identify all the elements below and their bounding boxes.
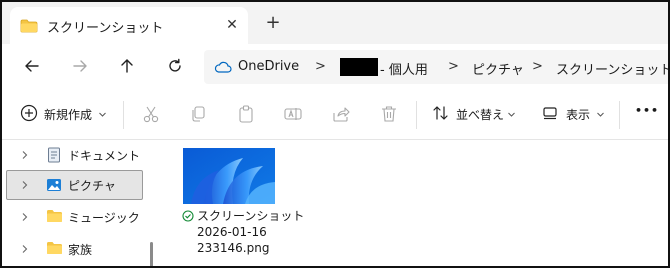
breadcrumb-screenshots[interactable]: スクリーンショット <box>556 59 668 78</box>
sort-label: 並べ替え <box>456 108 505 122</box>
file-name-line: スクリーンショット <box>197 209 305 223</box>
sort-icon <box>432 104 450 125</box>
file-name-line: 2026-01-16 <box>197 225 267 239</box>
new-tab-button[interactable]: + <box>262 13 284 35</box>
share-icon[interactable] <box>330 103 352 125</box>
chevron-right-icon[interactable] <box>20 211 29 225</box>
pictures-icon <box>46 177 62 196</box>
sidebar-item-label: 家族 <box>68 243 93 257</box>
tab-title: スクリーンショット <box>47 21 164 36</box>
new-label: 新規作成 <box>44 108 93 122</box>
toolbar-divider <box>416 101 417 129</box>
chevron-right-icon[interactable] <box>20 149 29 163</box>
view-icon <box>542 105 558 124</box>
file-explorer-window: スクリーンショット ✕ + OneDrive > - 個人用 > ピクチャ > … <box>0 0 670 268</box>
copy-icon[interactable] <box>187 103 209 125</box>
chevron-down-icon <box>596 108 605 122</box>
file-list: スクリーンショット 2026-01-16 233146.png <box>154 140 668 266</box>
back-arrow-icon[interactable] <box>18 52 46 80</box>
file-item[interactable]: スクリーンショット 2026-01-16 233146.png <box>154 140 314 266</box>
chevron-right-icon[interactable] <box>20 179 29 193</box>
navigation-bar: OneDrive > - 個人用 > ピクチャ > スクリーンショット <box>2 44 668 90</box>
delete-icon[interactable] <box>378 103 400 125</box>
breadcrumb-onedrive[interactable]: OneDrive <box>238 59 299 74</box>
command-bar: 新規作成 並べ替え 表示 ••• <box>2 90 668 140</box>
breadcrumb-personal[interactable]: - 個人用 <box>380 59 428 78</box>
up-arrow-icon[interactable] <box>113 52 141 80</box>
breadcrumb-separator[interactable]: > <box>448 59 459 74</box>
folder-icon <box>20 19 38 36</box>
sidebar-item-label: ドキュメント <box>68 149 141 163</box>
redacted-name <box>340 58 378 76</box>
documents-icon <box>46 147 62 166</box>
sidebar-item-label: ピクチャ <box>68 179 116 193</box>
close-tab-icon[interactable]: ✕ <box>222 15 242 35</box>
file-thumbnail <box>183 148 275 204</box>
address-bar[interactable]: OneDrive > - 個人用 > ピクチャ > スクリーンショット <box>204 50 668 84</box>
sidebar-item-music[interactable]: ミュージック <box>6 202 143 232</box>
sync-status-icon <box>182 210 194 225</box>
tab-screenshots[interactable]: スクリーンショット ✕ <box>10 7 248 44</box>
sidebar-item-documents[interactable]: ドキュメント <box>6 140 143 170</box>
navigation-pane: ドキュメント ピクチャ ミュージック 家族 <box>2 140 150 266</box>
file-name: スクリーンショット 2026-01-16 233146.png <box>197 208 304 256</box>
breadcrumb-separator[interactable]: > <box>532 59 543 74</box>
sidebar-item-pictures[interactable]: ピクチャ <box>6 170 143 200</box>
view-label: 表示 <box>566 108 591 122</box>
more-options-icon[interactable]: ••• <box>635 104 659 126</box>
forward-arrow-icon[interactable] <box>66 52 94 80</box>
breadcrumb-pictures[interactable]: ピクチャ <box>472 59 524 78</box>
file-name-line: 233146.png <box>197 241 270 255</box>
chevron-right-icon[interactable] <box>20 243 29 257</box>
chevron-down-icon <box>98 108 107 122</box>
rename-icon[interactable] <box>282 103 304 125</box>
folder-icon <box>46 209 63 226</box>
folder-icon <box>46 241 63 258</box>
paste-icon[interactable] <box>235 103 257 125</box>
plus-circle-icon <box>20 104 38 125</box>
sidebar-scrollbar[interactable] <box>150 242 153 266</box>
toolbar-divider <box>123 101 124 129</box>
sidebar-item-family[interactable]: 家族 <box>6 234 143 264</box>
sidebar-item-label: ミュージック <box>68 211 140 225</box>
refresh-icon[interactable] <box>161 52 189 80</box>
toolbar-divider <box>619 101 620 129</box>
breadcrumb-separator[interactable]: > <box>315 59 326 74</box>
cut-icon[interactable] <box>140 103 162 125</box>
cloud-icon <box>214 60 232 77</box>
tab-bar: スクリーンショット ✕ + <box>2 2 668 44</box>
chevron-down-icon <box>507 108 516 122</box>
